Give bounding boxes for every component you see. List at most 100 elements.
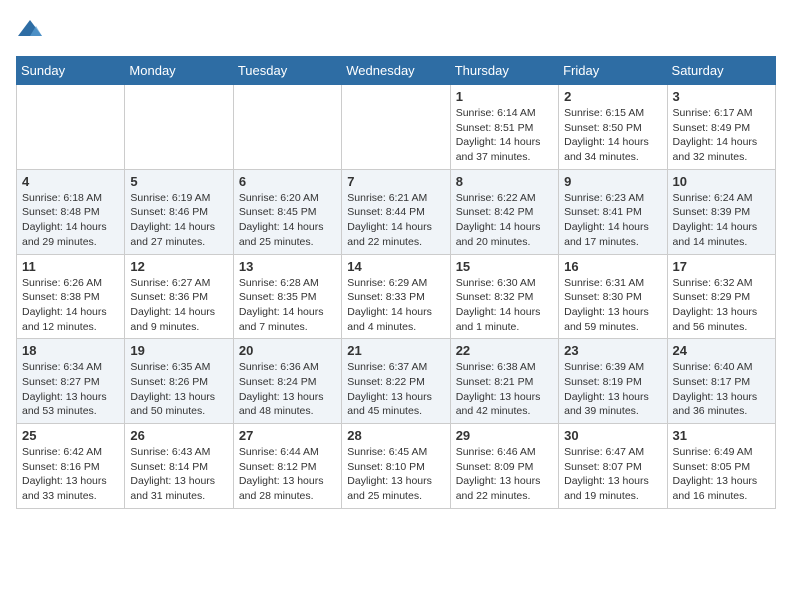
calendar-header-row: SundayMondayTuesdayWednesdayThursdayFrid…	[17, 57, 776, 85]
day-number: 22	[456, 343, 553, 358]
day-number: 26	[130, 428, 227, 443]
day-number: 25	[22, 428, 119, 443]
calendar-cell	[17, 85, 125, 170]
calendar-cell: 17Sunrise: 6:32 AM Sunset: 8:29 PM Dayli…	[667, 254, 775, 339]
day-content: Sunrise: 6:43 AM Sunset: 8:14 PM Dayligh…	[130, 445, 227, 504]
calendar-cell: 7Sunrise: 6:21 AM Sunset: 8:44 PM Daylig…	[342, 169, 450, 254]
calendar-cell: 1 Sunrise: 6:14 AM Sunset: 8:51 PM Daylig…	[450, 85, 558, 170]
calendar-cell: 12 Sunrise: 6:27 AM Sunset: 8:36 PM Dayli…	[125, 254, 233, 339]
day-content: Sunrise: 6:14 AM Sunset: 8:51 PM Dayligh…	[456, 106, 553, 165]
day-content: Sunrise: 6:35 AM Sunset: 8:26 PM Dayligh…	[130, 360, 227, 419]
day-number: 4	[22, 174, 119, 189]
day-number: 15	[456, 259, 553, 274]
calendar-cell: 24 Sunrise: 6:40 AM Sunset: 8:17 PM Dayli…	[667, 339, 775, 424]
calendar-cell: 25 Sunrise: 6:42 AM Sunset: 8:16 PM Dayli…	[17, 424, 125, 509]
calendar-cell: 29 Sunrise: 6:46 AM Sunset: 8:09 PM Dayli…	[450, 424, 558, 509]
day-content: Sunrise: 6:46 AM Sunset: 8:09 PM Dayligh…	[456, 445, 553, 504]
day-number: 30	[564, 428, 661, 443]
calendar-cell: 5 Sunrise: 6:19 AM Sunset: 8:46 PM Daylig…	[125, 169, 233, 254]
logo	[16, 16, 48, 44]
calendar-week-row: 4 Sunrise: 6:18 AM Sunset: 8:48 PM Daylig…	[17, 169, 776, 254]
day-number: 28	[347, 428, 444, 443]
calendar-cell: 6 Sunrise: 6:20 AM Sunset: 8:45 PM Daylig…	[233, 169, 341, 254]
day-number: 27	[239, 428, 336, 443]
weekday-header: Friday	[559, 57, 667, 85]
day-number: 3	[673, 89, 770, 104]
calendar-week-row: 1 Sunrise: 6:14 AM Sunset: 8:51 PM Daylig…	[17, 85, 776, 170]
day-number: 16	[564, 259, 661, 274]
calendar-week-row: 25 Sunrise: 6:42 AM Sunset: 8:16 PM Dayli…	[17, 424, 776, 509]
calendar-cell	[342, 85, 450, 170]
day-number: 7	[347, 174, 444, 189]
weekday-header: Sunday	[17, 57, 125, 85]
weekday-header: Monday	[125, 57, 233, 85]
day-number: 20	[239, 343, 336, 358]
calendar-cell: 9 Sunrise: 6:23 AM Sunset: 8:41 PM Daylig…	[559, 169, 667, 254]
day-content: Sunrise: 6:29 AM Sunset: 8:33 PM Dayligh…	[347, 276, 444, 335]
calendar-cell: 26 Sunrise: 6:43 AM Sunset: 8:14 PM Dayli…	[125, 424, 233, 509]
day-content: Sunrise: 6:47 AM Sunset: 8:07 PM Dayligh…	[564, 445, 661, 504]
day-number: 6	[239, 174, 336, 189]
day-content: Sunrise: 6:45 AM Sunset: 8:10 PM Dayligh…	[347, 445, 444, 504]
calendar-cell: 22 Sunrise: 6:38 AM Sunset: 8:21 PM Dayli…	[450, 339, 558, 424]
calendar-cell: 23 Sunrise: 6:39 AM Sunset: 8:19 PM Dayli…	[559, 339, 667, 424]
day-content: Sunrise: 6:27 AM Sunset: 8:36 PM Dayligh…	[130, 276, 227, 335]
day-content: Sunrise: 6:44 AM Sunset: 8:12 PM Dayligh…	[239, 445, 336, 504]
day-content: Sunrise: 6:38 AM Sunset: 8:21 PM Dayligh…	[456, 360, 553, 419]
day-content: Sunrise: 6:24 AM Sunset: 8:39 PM Dayligh…	[673, 191, 770, 250]
calendar-cell: 20 Sunrise: 6:36 AM Sunset: 8:24 PM Dayli…	[233, 339, 341, 424]
calendar-cell: 16 Sunrise: 6:31 AM Sunset: 8:30 PM Dayli…	[559, 254, 667, 339]
weekday-header: Wednesday	[342, 57, 450, 85]
day-number: 1	[456, 89, 553, 104]
day-content: Sunrise: 6:39 AM Sunset: 8:19 PM Dayligh…	[564, 360, 661, 419]
calendar-cell: 11Sunrise: 6:26 AM Sunset: 8:38 PM Dayli…	[17, 254, 125, 339]
day-content: Sunrise: 6:30 AM Sunset: 8:32 PM Dayligh…	[456, 276, 553, 335]
page-header	[16, 16, 776, 44]
calendar-cell: 15 Sunrise: 6:30 AM Sunset: 8:32 PM Dayli…	[450, 254, 558, 339]
day-number: 5	[130, 174, 227, 189]
day-number: 19	[130, 343, 227, 358]
day-content: Sunrise: 6:17 AM Sunset: 8:49 PM Dayligh…	[673, 106, 770, 165]
calendar-cell: 28 Sunrise: 6:45 AM Sunset: 8:10 PM Dayli…	[342, 424, 450, 509]
calendar-cell: 4 Sunrise: 6:18 AM Sunset: 8:48 PM Daylig…	[17, 169, 125, 254]
day-number: 9	[564, 174, 661, 189]
calendar-cell: 27 Sunrise: 6:44 AM Sunset: 8:12 PM Dayli…	[233, 424, 341, 509]
day-number: 23	[564, 343, 661, 358]
calendar-cell: 21 Sunrise: 6:37 AM Sunset: 8:22 PM Dayli…	[342, 339, 450, 424]
day-content: Sunrise: 6:26 AM Sunset: 8:38 PM Dayligh…	[22, 276, 119, 335]
day-number: 18	[22, 343, 119, 358]
day-content: Sunrise: 6:31 AM Sunset: 8:30 PM Dayligh…	[564, 276, 661, 335]
day-number: 24	[673, 343, 770, 358]
day-content: Sunrise: 6:36 AM Sunset: 8:24 PM Dayligh…	[239, 360, 336, 419]
day-number: 21	[347, 343, 444, 358]
weekday-header: Saturday	[667, 57, 775, 85]
day-content: Sunrise: 6:22 AM Sunset: 8:42 PM Dayligh…	[456, 191, 553, 250]
calendar-cell: 13Sunrise: 6:28 AM Sunset: 8:35 PM Dayli…	[233, 254, 341, 339]
day-number: 31	[673, 428, 770, 443]
calendar-cell: 3 Sunrise: 6:17 AM Sunset: 8:49 PM Daylig…	[667, 85, 775, 170]
day-content: Sunrise: 6:23 AM Sunset: 8:41 PM Dayligh…	[564, 191, 661, 250]
logo-icon	[16, 16, 44, 44]
calendar-cell: 10 Sunrise: 6:24 AM Sunset: 8:39 PM Dayli…	[667, 169, 775, 254]
calendar-cell: 31Sunrise: 6:49 AM Sunset: 8:05 PM Dayli…	[667, 424, 775, 509]
day-number: 12	[130, 259, 227, 274]
day-content: Sunrise: 6:37 AM Sunset: 8:22 PM Dayligh…	[347, 360, 444, 419]
calendar-cell: 18Sunrise: 6:34 AM Sunset: 8:27 PM Dayli…	[17, 339, 125, 424]
day-number: 14	[347, 259, 444, 274]
calendar-cell: 19 Sunrise: 6:35 AM Sunset: 8:26 PM Dayli…	[125, 339, 233, 424]
day-content: Sunrise: 6:42 AM Sunset: 8:16 PM Dayligh…	[22, 445, 119, 504]
calendar-cell: 30 Sunrise: 6:47 AM Sunset: 8:07 PM Dayli…	[559, 424, 667, 509]
day-content: Sunrise: 6:19 AM Sunset: 8:46 PM Dayligh…	[130, 191, 227, 250]
day-number: 17	[673, 259, 770, 274]
calendar-week-row: 18Sunrise: 6:34 AM Sunset: 8:27 PM Dayli…	[17, 339, 776, 424]
day-content: Sunrise: 6:18 AM Sunset: 8:48 PM Dayligh…	[22, 191, 119, 250]
weekday-header: Thursday	[450, 57, 558, 85]
day-content: Sunrise: 6:40 AM Sunset: 8:17 PM Dayligh…	[673, 360, 770, 419]
weekday-header: Tuesday	[233, 57, 341, 85]
calendar-week-row: 11Sunrise: 6:26 AM Sunset: 8:38 PM Dayli…	[17, 254, 776, 339]
day-number: 29	[456, 428, 553, 443]
calendar-cell: 8Sunrise: 6:22 AM Sunset: 8:42 PM Daylig…	[450, 169, 558, 254]
day-content: Sunrise: 6:20 AM Sunset: 8:45 PM Dayligh…	[239, 191, 336, 250]
day-number: 10	[673, 174, 770, 189]
calendar-cell	[233, 85, 341, 170]
